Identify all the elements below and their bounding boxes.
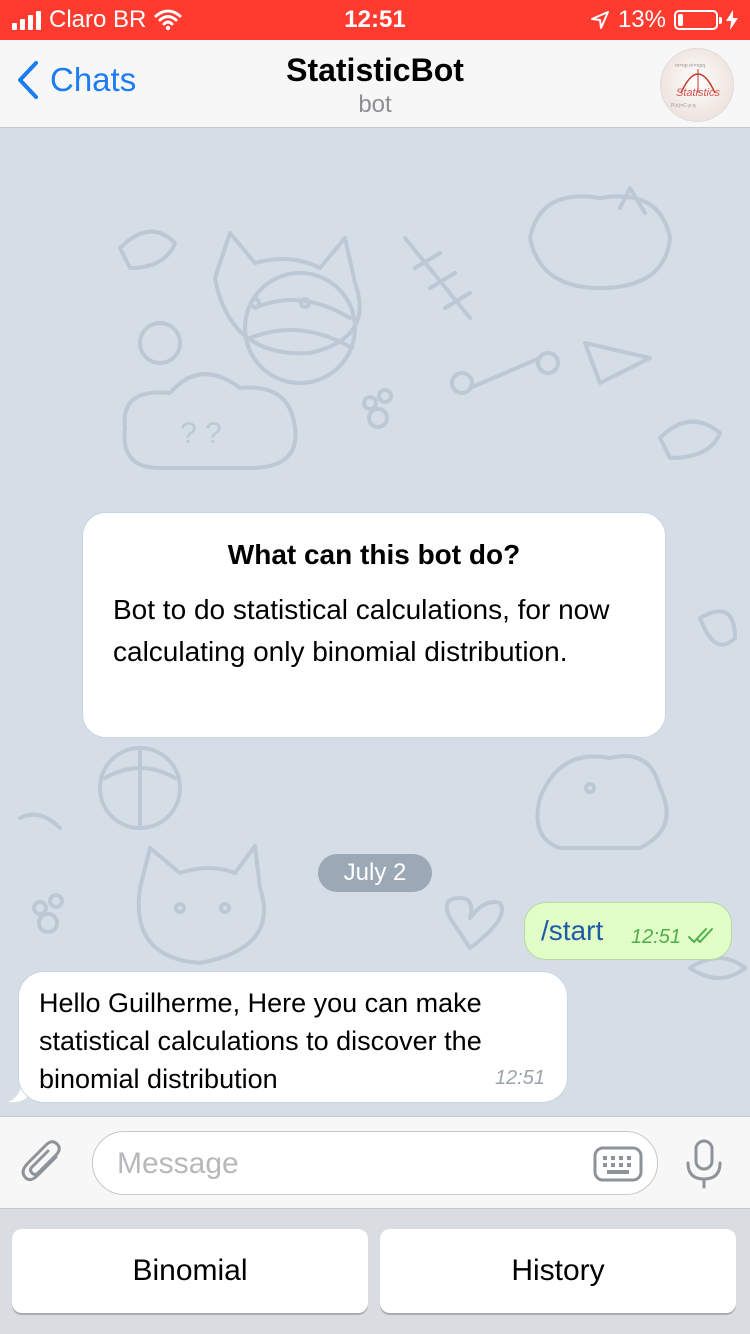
incoming-message[interactable]: Hello Guilherme, Here you can make stati… xyxy=(18,971,568,1103)
svg-text:? ?: ? ? xyxy=(180,417,222,450)
binomial-button[interactable]: Binomial xyxy=(12,1229,368,1313)
status-bar: Claro BR 12:51 13% xyxy=(0,0,750,40)
avatar-text: Statistics xyxy=(675,87,720,99)
paperclip-icon[interactable] xyxy=(20,1139,68,1187)
svg-text:m=np σ²=npq: m=np σ²=npq xyxy=(675,63,705,69)
outgoing-message[interactable]: /start 12:51 xyxy=(524,902,732,960)
message-input-bar xyxy=(0,1116,750,1208)
location-arrow-icon xyxy=(590,11,609,29)
chat-subtitle: bot xyxy=(358,91,392,118)
message-time: 12:51 xyxy=(631,926,682,948)
navigation-bar: Chats StatisticBot bot m=np σ²=npq P(x)=… xyxy=(0,40,750,128)
message-input[interactable] xyxy=(117,1142,577,1186)
chat-area[interactable]: ? ? What can this bot do? Bot to do stat… xyxy=(0,128,750,1116)
message-time: 12:51 xyxy=(494,1067,545,1089)
bot-info-body: Bot to do statistical calculations, for … xyxy=(113,594,610,667)
message-text: Hello Guilherme, Here you can make stati… xyxy=(39,988,482,1094)
reply-keyboard: Binomial History xyxy=(0,1208,750,1334)
keyboard-icon[interactable] xyxy=(593,1146,643,1182)
battery-icon xyxy=(674,10,722,30)
message-field[interactable] xyxy=(92,1131,658,1195)
bot-info-title: What can this bot do? xyxy=(227,539,521,570)
microphone-icon[interactable] xyxy=(684,1139,724,1189)
double-check-icon xyxy=(688,928,713,943)
avatar-graphic: m=np σ²=npq P(x)=C·p·q xyxy=(671,63,716,109)
battery-percent: 13% xyxy=(617,6,666,33)
charging-bolt-icon xyxy=(726,10,738,30)
message-text: /start xyxy=(541,915,604,946)
bot-info-card: What can this bot do? Bot to do statisti… xyxy=(82,512,666,738)
status-right: 13% xyxy=(590,6,738,34)
date-separator: July 2 xyxy=(318,854,432,892)
chat-title[interactable]: StatisticBot xyxy=(0,52,750,89)
bot-avatar[interactable]: m=np σ²=npq P(x)=C·p·q Statistics xyxy=(660,48,734,122)
svg-text:P(x)=C·p·q: P(x)=C·p·q xyxy=(671,103,696,109)
history-button[interactable]: History xyxy=(380,1229,736,1313)
